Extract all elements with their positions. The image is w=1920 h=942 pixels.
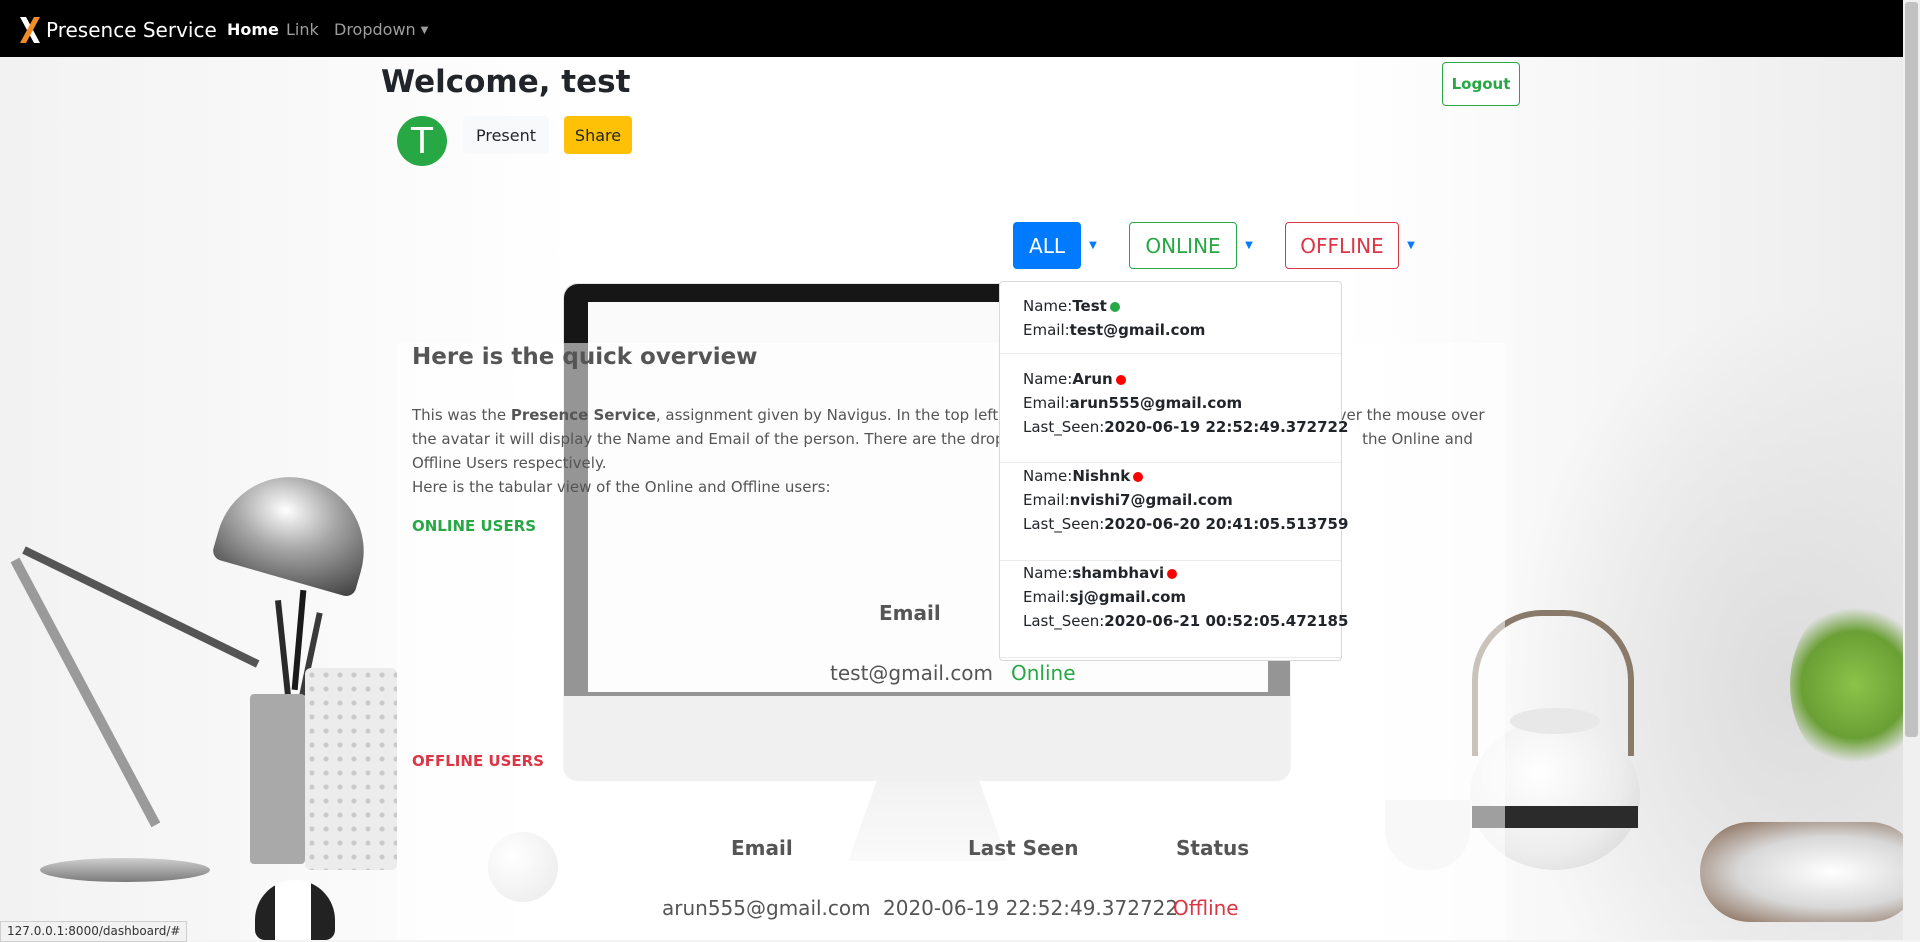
- vertical-scrollbar-thumb[interactable]: [1905, 2, 1918, 737]
- caret-down-icon: ▼: [1245, 239, 1253, 251]
- online-table-header-email: Email: [879, 601, 941, 625]
- nav-dropdown-label: Dropdown: [334, 20, 416, 39]
- desk-lamp-base-image: [40, 858, 210, 882]
- user-last-seen-row: Last_Seen:2020-06-19 22:52:49.372722: [1023, 415, 1348, 439]
- user-email-row: Email:sj@gmail.com: [1023, 585, 1341, 609]
- overview-title: Here is the quick overview: [412, 344, 758, 370]
- text: the Online and: [1362, 430, 1473, 448]
- brand-name[interactable]: Presence Service: [46, 17, 217, 43]
- text: ver the mouse over: [1337, 406, 1485, 424]
- text: This was the: [412, 406, 511, 424]
- user-email-row: Email:nvishi7@gmail.com: [1023, 488, 1341, 512]
- headphones-image: [1700, 822, 1920, 922]
- user-last-seen: 2020-06-21 00:52:05.472185: [1104, 612, 1349, 630]
- user-last-seen-row: Last_Seen:2020-06-21 00:52:05.472185: [1023, 609, 1348, 633]
- offline-table-cell-status: Offline: [1173, 896, 1239, 920]
- text: the avatar it will display the Name and …: [412, 430, 1015, 448]
- user-name-row: Name:Nishnk: [1023, 464, 1341, 488]
- offline-table-header-status: Status: [1176, 836, 1250, 860]
- label: Name:: [1023, 297, 1073, 315]
- offline-status-dot-icon: [1115, 374, 1126, 385]
- filter-online-button[interactable]: ONLINE: [1129, 222, 1237, 269]
- label: Email:: [1023, 588, 1070, 606]
- online-table-cell-status: Online: [1011, 661, 1076, 685]
- user-last-seen: 2020-06-20 20:41:05.513759: [1104, 515, 1349, 533]
- offline-users-heading: OFFLINE USERS: [412, 752, 544, 770]
- present-button[interactable]: Present: [463, 116, 549, 154]
- label: Last_Seen:: [1023, 418, 1105, 436]
- paragraph-line: Here is the tabular view of the Online a…: [412, 478, 831, 496]
- user-email: arun555@gmail.com: [1069, 394, 1243, 412]
- offline-status-dot-icon: [1133, 471, 1144, 482]
- label: Email:: [1023, 394, 1070, 412]
- pencil-cup-image: [250, 694, 305, 864]
- user-name: shambhavi: [1072, 564, 1165, 582]
- user-email: sj@gmail.com: [1069, 588, 1187, 606]
- dropdown-user-item[interactable]: Name:Nishnk Email:nvishi7@gmail.com Last…: [1000, 464, 1348, 561]
- brand-logo-icon[interactable]: [20, 17, 40, 43]
- filter-all-dropdown-toggle[interactable]: ▼: [1083, 236, 1103, 254]
- filter-online-dropdown-toggle[interactable]: ▼: [1239, 236, 1259, 254]
- user-email-row: Email:arun555@gmail.com: [1023, 391, 1341, 415]
- user-email-row: Email:test@gmail.com: [1023, 318, 1341, 342]
- label: Email:: [1023, 491, 1070, 509]
- label: Name:: [1023, 467, 1073, 485]
- filter-offline-button[interactable]: OFFLINE: [1285, 222, 1399, 269]
- user-name: Test: [1072, 297, 1107, 315]
- share-button[interactable]: Share: [564, 116, 632, 154]
- user-email: nvishi7@gmail.com: [1069, 491, 1233, 509]
- caret-down-icon: ▼: [1089, 239, 1097, 251]
- perforated-vase-image: [305, 668, 397, 870]
- label: Last_Seen:: [1023, 612, 1105, 630]
- user-name: Nishnk: [1072, 467, 1131, 485]
- service-name: Presence Service: [510, 406, 656, 424]
- top-navbar: Presence Service Home Link Dropdown ▼: [0, 0, 1920, 57]
- offline-table-header-email: Email: [731, 836, 793, 860]
- online-status-dot-icon: [1109, 301, 1120, 312]
- paragraph-line: Offline Users respectively.: [412, 454, 607, 472]
- status-bar-url: 127.0.0.1:8000/dashboard/#: [0, 921, 188, 942]
- offline-table-cell-email: arun555@gmail.com: [662, 896, 871, 920]
- caret-down-icon: ▼: [1407, 239, 1415, 251]
- plant-image: [1790, 600, 1920, 770]
- user-email: test@gmail.com: [1069, 321, 1206, 339]
- users-dropdown-menu: Name:Test Email:test@gmail.com Name:Arun…: [999, 281, 1348, 661]
- offline-table-header-last-seen: Last Seen: [968, 836, 1079, 860]
- label: Name:: [1023, 564, 1073, 582]
- user-avatar[interactable]: T: [397, 116, 447, 166]
- user-name-row: Name:Test: [1023, 294, 1341, 318]
- nav-item-link[interactable]: Link: [286, 20, 319, 40]
- user-name: Arun: [1072, 370, 1113, 388]
- offline-status-dot-icon: [1167, 568, 1178, 579]
- teapot-lid-image: [1510, 708, 1600, 734]
- welcome-heading: Welcome, test: [381, 64, 631, 100]
- logout-button[interactable]: Logout: [1442, 62, 1520, 106]
- offline-table-cell-last-seen: 2020-06-19 22:52:49.372722: [883, 896, 1179, 920]
- label: Name:: [1023, 370, 1073, 388]
- dropdown-user-item[interactable]: Name:shambhavi Email:sj@gmail.com Last_S…: [1000, 561, 1348, 658]
- dropdown-user-item[interactable]: Name:Arun Email:arun555@gmail.com Last_S…: [1000, 367, 1348, 463]
- nav-item-home[interactable]: Home: [227, 20, 279, 40]
- online-table-cell-email: test@gmail.com: [830, 661, 994, 685]
- filter-all-button[interactable]: ALL: [1013, 222, 1081, 269]
- user-last-seen-row: Last_Seen:2020-06-20 20:41:05.513759: [1023, 512, 1348, 536]
- label: Last_Seen:: [1023, 515, 1105, 533]
- user-name-row: Name:Arun: [1023, 367, 1341, 391]
- user-name-row: Name:shambhavi: [1023, 561, 1341, 585]
- user-last-seen: 2020-06-19 22:52:49.372722: [1104, 418, 1349, 436]
- dropdown-user-item[interactable]: Name:Test Email:test@gmail.com: [1000, 294, 1341, 354]
- label: Email:: [1023, 321, 1070, 339]
- nav-item-dropdown[interactable]: Dropdown ▼: [334, 20, 428, 41]
- text: , assignment given by Navigus. In the to…: [655, 406, 1028, 424]
- filter-offline-dropdown-toggle[interactable]: ▼: [1401, 236, 1421, 254]
- caret-down-icon: ▼: [420, 24, 429, 36]
- online-users-heading: ONLINE USERS: [412, 517, 537, 535]
